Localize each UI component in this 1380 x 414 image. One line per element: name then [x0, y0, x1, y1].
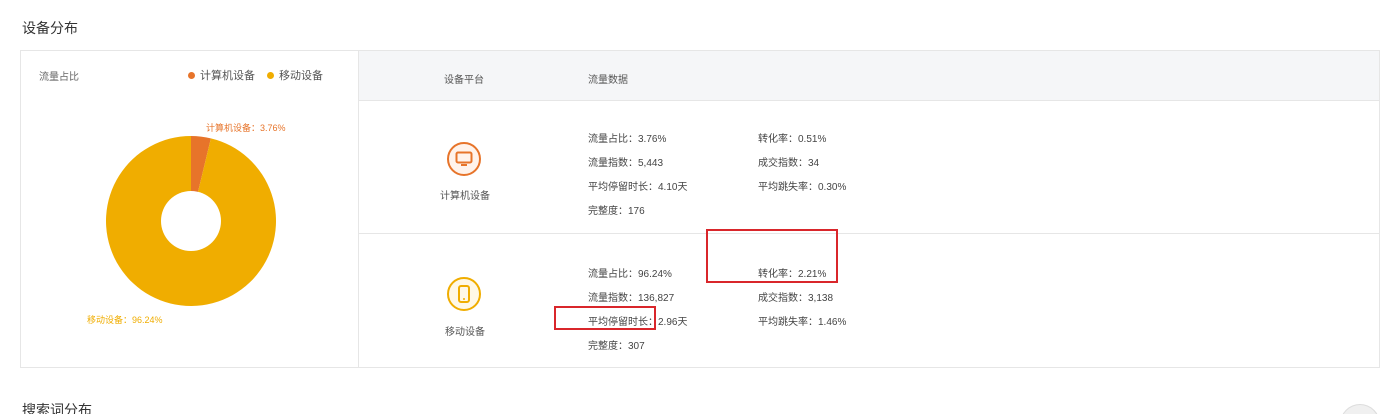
slice-label-mobile: 移动设备：96.24% — [87, 315, 163, 325]
metric-avg-stay: 平均停留时长：4.10天 — [588, 182, 688, 193]
metric-completeness: 完整度：176 — [588, 206, 645, 217]
chart-legend: 计算机设备 移动设备 — [188, 67, 323, 83]
donut-chart — [105, 136, 276, 306]
metric-conversion-rate: 转化率：0.51% — [758, 134, 827, 145]
slice-label-computer: 计算机设备：3.76% — [206, 123, 286, 133]
metric-bounce-rate: 平均跳失率：1.46% — [758, 317, 847, 328]
metric-traffic-index: 流量指数：136,827 — [588, 293, 675, 304]
metric-completeness: 完整度：307 — [588, 341, 645, 352]
chart-pane: 流量占比 计算机设备 移动设备 计算机设备：3.76% 移动设备：96.24% — [21, 51, 359, 367]
legend-item-mobile[interactable]: 移动设备 — [267, 67, 323, 83]
device-name: 移动设备 — [445, 327, 485, 338]
legend-label-mobile: 移动设备 — [279, 70, 323, 82]
table-row: 移动设备 流量占比：96.24% 转化率：2.21% 流量指数：136,827 … — [359, 235, 1379, 367]
legend-dot-mobile — [267, 71, 274, 79]
metric-deal-index: 成交指数：3,138 — [758, 293, 834, 304]
highlight-box-avg-stay — [554, 306, 656, 330]
section-title: 设备分布 — [22, 20, 78, 36]
highlight-box-conversion — [706, 229, 838, 283]
phone-icon — [447, 277, 481, 311]
metric-traffic-share: 流量占比：3.76% — [588, 134, 667, 145]
chart-label: 流量占比 — [39, 72, 79, 83]
device-name: 计算机设备 — [440, 191, 490, 202]
bottom-section-title: 搜索词分布 — [22, 402, 92, 414]
legend-label-computer: 计算机设备 — [200, 70, 255, 82]
header-traffic-data: 流量数据 — [588, 75, 628, 86]
device-table: 设备平台 流量数据 计算机设备 流量占比：3.76% 转化率：0.51% 流量指… — [359, 51, 1379, 367]
monitor-icon — [447, 142, 481, 176]
table-row: 计算机设备 流量占比：3.76% 转化率：0.51% 流量指数：5,443 成交… — [359, 102, 1379, 234]
metric-traffic-share: 流量占比：96.24% — [588, 269, 672, 280]
scroll-top-button[interactable] — [1340, 404, 1380, 414]
legend-dot-computer — [188, 71, 195, 79]
metric-traffic-index: 流量指数：5,443 — [588, 158, 664, 169]
legend-item-computer[interactable]: 计算机设备 — [188, 67, 255, 83]
donut-hole — [161, 191, 221, 251]
device-distribution-panel: 流量占比 计算机设备 移动设备 计算机设备：3.76% 移动设备：96.24% … — [20, 50, 1380, 368]
header-device-platform: 设备平台 — [444, 75, 484, 86]
table-header: 设备平台 流量数据 — [359, 51, 1379, 101]
metric-deal-index: 成交指数：34 — [758, 158, 820, 169]
metric-bounce-rate: 平均跳失率：0.30% — [758, 182, 847, 193]
